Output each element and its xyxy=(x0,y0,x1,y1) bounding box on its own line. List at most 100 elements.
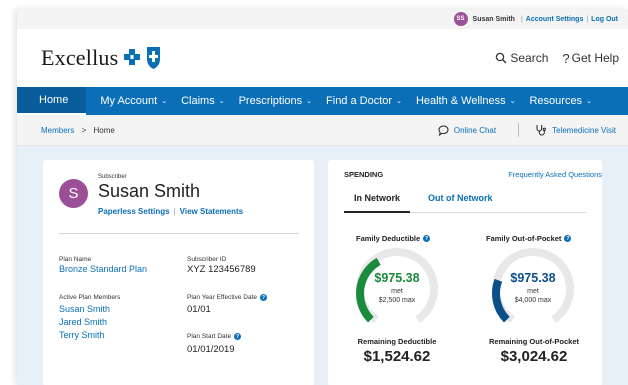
nav-label: Resources xyxy=(529,95,583,107)
plan-start-value: 01/01/2019 xyxy=(187,344,235,355)
family-oop-label: Family Out-of-Pocket? xyxy=(486,234,572,243)
subscriber-id-value: XYZ 123456789 xyxy=(187,264,256,275)
nav-label: Find a Doctor xyxy=(326,95,393,107)
main-nav: Home My Account ⌄ Claims ⌄ Prescriptions… xyxy=(17,87,628,115)
header-actions: Search ? Get Help xyxy=(481,51,619,66)
family-deductible-label-text: Family Deductible xyxy=(356,234,421,243)
quick-links: Online Chat Telemedicine Visit xyxy=(438,123,616,137)
tab-out-of-network[interactable]: Out of Network xyxy=(428,193,493,213)
nav-item-health-wellness[interactable]: Health & Wellness ⌄ xyxy=(408,87,522,115)
oop-met-amount: $975.38 xyxy=(510,271,556,285)
plan-start-label: Plan Start Date? xyxy=(187,333,242,340)
search-label: Search xyxy=(510,51,549,65)
oop-gauge-svg xyxy=(492,247,574,324)
nav-item-home[interactable]: Home xyxy=(17,87,87,115)
utility-separator: | xyxy=(520,15,523,23)
breadcrumb: Members > Home xyxy=(41,126,115,135)
effective-date-label: Plan Year Effective Date? xyxy=(187,294,267,301)
utility-bar: SS Susan Smith | Account Settings | Log … xyxy=(17,9,628,29)
quick-links-divider xyxy=(518,123,520,137)
oop-max: $4,000 max xyxy=(514,297,552,304)
nav-label: Prescriptions xyxy=(238,95,303,107)
oop-met-label: met xyxy=(527,288,539,295)
chevron-down-icon: ⌄ xyxy=(218,98,225,105)
effective-date-value: 01/01 xyxy=(187,304,211,315)
family-oop-label-text: Family Out-of-Pocket xyxy=(486,234,562,243)
logo-text: Excellus xyxy=(41,45,119,70)
excellus-logo[interactable]: Excellus xyxy=(41,45,163,71)
chat-bubble-icon xyxy=(438,124,449,136)
card-divider xyxy=(59,233,299,234)
members-label: Active Plan Members xyxy=(59,294,121,301)
deductible-met-label: met xyxy=(391,288,403,295)
remaining-deductible-value: $1,524.62 xyxy=(363,348,431,365)
deductible-max: $2,500 max xyxy=(378,297,416,304)
chevron-down-icon: ⌄ xyxy=(161,98,168,105)
browser-frame: SS Susan Smith | Account Settings | Log … xyxy=(17,9,628,385)
question-icon: ? xyxy=(562,50,570,66)
user-name: Susan Smith xyxy=(472,15,515,23)
member-link[interactable]: Terry Smith xyxy=(59,329,105,342)
breadcrumb-members[interactable]: Members xyxy=(41,126,74,135)
user-avatar[interactable]: SS xyxy=(453,12,468,26)
view-statements-link[interactable]: View Statements xyxy=(180,207,243,216)
subscriber-name: Susan Smith xyxy=(98,181,201,201)
deductible-gauge-svg xyxy=(356,247,438,324)
nav-label: My Account xyxy=(100,95,158,107)
nav-item-my-account[interactable]: My Account ⌄ xyxy=(86,87,173,115)
plan-name-link[interactable]: Bronze Standard Plan xyxy=(59,263,147,276)
breadcrumb-current: Home xyxy=(93,125,115,135)
subscriber-card: S Subscriber Susan Smith Paperless Setti… xyxy=(43,160,314,385)
telemedicine-link[interactable]: Telemedicine Visit xyxy=(535,124,616,136)
deductible-gauge: $975.38 met $2,500 max xyxy=(355,247,439,325)
remaining-oop-value: $3,024.62 xyxy=(500,348,568,365)
spending-title: SPENDING xyxy=(344,170,384,179)
plan-name-label: Plan Name xyxy=(59,256,92,263)
online-chat-label: Online Chat xyxy=(453,125,497,135)
member-link[interactable]: Jared Smith xyxy=(59,316,107,329)
breadcrumb-chevron-icon: > xyxy=(81,125,87,135)
search-icon xyxy=(496,52,507,64)
link-separator: | xyxy=(173,207,176,216)
subscriber-links: Paperless Settings | View Statements xyxy=(98,207,243,216)
brand-header: Excellus Search ? Get Help xyxy=(17,29,628,87)
help-icon[interactable]: ? xyxy=(564,235,572,242)
paperless-settings-link[interactable]: Paperless Settings xyxy=(98,207,170,216)
tab-in-network[interactable]: In Network xyxy=(344,193,410,213)
stethoscope-icon xyxy=(536,125,547,136)
nav-label: Health & Wellness xyxy=(415,95,506,107)
chevron-down-icon: ⌄ xyxy=(396,98,402,105)
nav-item-claims[interactable]: Claims ⌄ xyxy=(173,87,231,115)
deductible-met-amount: $975.38 xyxy=(374,271,420,285)
account-settings-link[interactable]: Account Settings xyxy=(526,16,584,23)
get-help-label: Get Help xyxy=(571,51,619,65)
log-out-link[interactable]: Log Out xyxy=(591,16,618,23)
member-link[interactable]: Susan Smith xyxy=(59,303,110,316)
nav-label: Home xyxy=(39,94,69,106)
nav-label: Claims xyxy=(181,95,215,107)
chevron-down-icon: ⌄ xyxy=(509,98,516,105)
search-button[interactable]: Search xyxy=(495,51,548,65)
help-icon[interactable]: ? xyxy=(234,333,242,340)
network-tabs: In Network Out of Network xyxy=(344,193,586,213)
chevron-down-icon: ⌄ xyxy=(306,98,313,105)
telemedicine-label: Telemedicine Visit xyxy=(552,125,616,135)
faq-link[interactable]: Frequently Asked Questions xyxy=(462,170,602,179)
oop-gauge: $975.38 met $4,000 max xyxy=(491,247,575,325)
get-help-button[interactable]: ? Get Help xyxy=(562,51,619,66)
nav-item-resources[interactable]: Resources ⌄ xyxy=(521,87,597,115)
effective-date-label-text: Plan Year Effective Date xyxy=(187,294,257,301)
dashboard-content: S Subscriber Susan Smith Paperless Setti… xyxy=(17,146,628,385)
remaining-deductible-label: Remaining Deductible xyxy=(357,337,437,346)
breadcrumb-bar: Members > Home Online Chat Telemedicine … xyxy=(17,115,628,146)
nav-item-prescriptions[interactable]: Prescriptions ⌄ xyxy=(231,87,318,115)
plan-start-label-text: Plan Start Date xyxy=(187,333,232,340)
utility-separator: | xyxy=(586,15,589,23)
family-deductible-label: Family Deductible? xyxy=(356,234,431,243)
chevron-down-icon: ⌄ xyxy=(586,98,592,105)
nav-item-find-a-doctor[interactable]: Find a Doctor ⌄ xyxy=(318,87,408,115)
help-icon[interactable]: ? xyxy=(259,294,267,301)
online-chat-link[interactable]: Online Chat xyxy=(438,124,497,136)
oop-gauge-track xyxy=(492,247,574,324)
help-icon[interactable]: ? xyxy=(423,235,431,242)
